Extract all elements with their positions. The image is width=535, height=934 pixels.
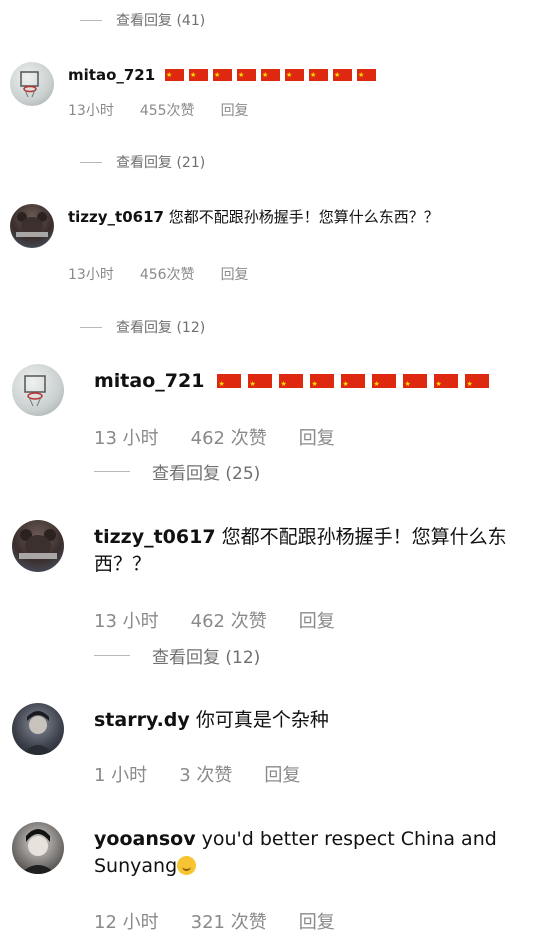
view-replies-link[interactable]: 查看回复 (12)	[94, 643, 260, 668]
timestamp: 12 小时	[94, 912, 159, 933]
comment-text: tizzy_t0617 您都不配跟孙杨握手！您算什么东西？？	[94, 524, 514, 578]
china-flag-icon	[188, 66, 208, 85]
comment-meta: 13小时 456次赞 回复	[68, 264, 275, 284]
divider-line	[80, 19, 102, 21]
divider-line	[94, 471, 130, 472]
comment-text: yooansov you'd better respect China and …	[94, 826, 514, 880]
china-flag-icon	[279, 371, 304, 398]
upside-down-face-emoji-icon	[177, 856, 197, 875]
china-flag-icon	[356, 66, 376, 85]
view-replies-link[interactable]: 查看回复 (21)	[80, 152, 205, 172]
timestamp: 1 小时	[94, 765, 148, 786]
like-count[interactable]: 462 次赞	[191, 424, 267, 450]
timestamp: 13小时	[68, 267, 114, 283]
timestamp: 13小时	[68, 103, 114, 119]
china-flag-icon	[372, 371, 397, 398]
avatar[interactable]	[12, 822, 64, 874]
like-count[interactable]: 456次赞	[140, 264, 195, 284]
like-count[interactable]: 455次赞	[140, 100, 195, 120]
avatar[interactable]	[12, 364, 64, 416]
username[interactable]: mitao_721	[68, 66, 155, 84]
view-replies-link[interactable]: 查看回复 (12)	[80, 317, 205, 337]
comment-text: mitao_721	[94, 368, 514, 398]
person-photo-icon	[20, 829, 56, 874]
reply-button[interactable]: 回复	[264, 761, 300, 787]
comment-text: tizzy_t0617 您都不配跟孙杨握手！您算什么东西？？	[68, 208, 498, 227]
timestamp: 13 小时	[94, 428, 159, 449]
comment-text: mitao_721	[68, 66, 508, 85]
username[interactable]: yooansov	[94, 828, 196, 850]
username[interactable]: tizzy_t0617	[94, 526, 216, 548]
reply-button[interactable]: 回复	[299, 424, 335, 450]
username[interactable]: tizzy_t0617	[68, 208, 164, 226]
avatar[interactable]	[12, 520, 64, 572]
china-flag-icon	[248, 371, 273, 398]
username[interactable]: starry.dy	[94, 709, 190, 731]
like-count[interactable]: 321 次赞	[191, 908, 267, 934]
view-replies-link[interactable]: 查看回复 (41)	[80, 10, 205, 30]
china-flag-icon	[341, 371, 366, 398]
comment-meta: 1 小时 3 次赞 回复	[94, 761, 332, 787]
bear-photo-icon	[19, 529, 57, 559]
china-flag-icon	[260, 66, 280, 85]
china-flag-icon	[164, 66, 184, 85]
avatar[interactable]	[10, 62, 54, 106]
china-flag-icon	[434, 371, 459, 398]
bear-photo-icon	[16, 212, 48, 237]
china-flag-icon	[217, 371, 242, 398]
view-replies-link[interactable]: 查看回复 (25)	[94, 459, 260, 484]
comment-body: 您都不配跟孙杨握手！您算什么东西？？	[168, 208, 439, 226]
divider-line	[80, 161, 102, 163]
china-flag-icon	[236, 66, 256, 85]
like-count[interactable]: 3 次赞	[179, 761, 232, 787]
china-flag-icon	[284, 66, 304, 85]
comment-text: starry.dy 你可真是个杂种	[94, 707, 514, 734]
china-flag-icon	[308, 66, 328, 85]
china-flag-icon	[403, 371, 428, 398]
china-flag-icon	[332, 66, 352, 85]
comment-body: 你可真是个杂种	[195, 709, 329, 731]
comment-meta: 13 小时 462 次赞 回复	[94, 607, 367, 633]
avatar[interactable]	[10, 204, 54, 248]
comment-meta: 13小时 455次赞 回复	[68, 100, 275, 120]
china-flag-icon	[465, 371, 490, 398]
divider-line	[94, 655, 130, 656]
reply-button[interactable]: 回复	[221, 100, 249, 120]
comment-meta: 12 小时 321 次赞 回复	[94, 908, 367, 934]
comment-meta: 13 小时 462 次赞 回复	[94, 424, 367, 450]
avatar[interactable]	[12, 703, 64, 755]
basketball-hoop-icon	[20, 71, 39, 98]
china-flag-icon	[212, 66, 232, 85]
reply-button[interactable]: 回复	[299, 607, 335, 633]
reply-button[interactable]: 回复	[299, 908, 335, 934]
basketball-hoop-icon	[24, 375, 46, 407]
username[interactable]: mitao_721	[94, 370, 204, 392]
flag-row	[210, 370, 490, 398]
reply-button[interactable]: 回复	[221, 264, 249, 284]
person-photo-icon	[22, 711, 54, 755]
flag-row	[160, 66, 376, 85]
timestamp: 13 小时	[94, 611, 159, 632]
china-flag-icon	[310, 371, 335, 398]
divider-line	[80, 326, 102, 328]
like-count[interactable]: 462 次赞	[191, 607, 267, 633]
